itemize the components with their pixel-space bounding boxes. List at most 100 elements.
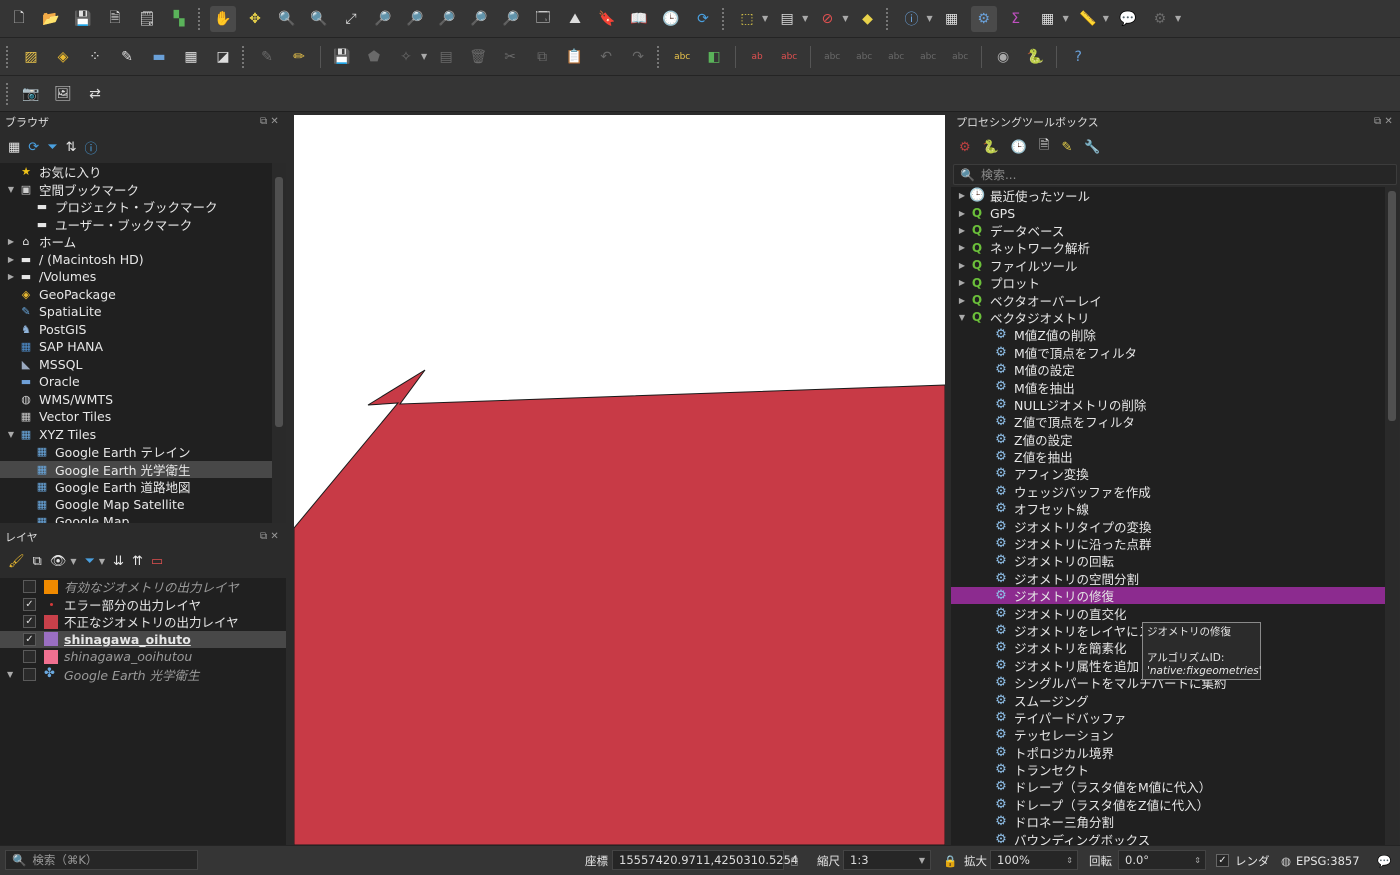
temporal-controller-icon[interactable]: 🕒	[658, 6, 684, 32]
toolbar-grip[interactable]	[242, 45, 246, 68]
browser-item[interactable]: ▦ Google Earth 光学衛生	[0, 460, 286, 478]
crs-label[interactable]: EPSG:3857	[1296, 854, 1360, 868]
toolbar-grip[interactable]	[886, 7, 890, 30]
browser-item[interactable]: ▶ ▬ / (Macintosh HD)	[0, 251, 286, 269]
new-temporary-layer-icon[interactable]: ◪	[210, 44, 236, 70]
processing-scrollbar[interactable]	[1385, 187, 1399, 845]
identify-icon[interactable]: ⓘ	[898, 6, 924, 32]
help-icon[interactable]: ?	[1065, 44, 1091, 70]
processing-algorithm[interactable]: ⚙ スムージング	[951, 691, 1385, 709]
processing-algorithm[interactable]: ⚙ トランセクト	[951, 761, 1385, 778]
splitter-left[interactable]	[287, 114, 293, 845]
expand-all-icon[interactable]: ⇊	[113, 554, 124, 569]
plugins-icon[interactable]: ⚙	[1147, 6, 1173, 32]
move-label-icon[interactable]: abc	[819, 44, 845, 70]
crs-icon[interactable]: ◍	[1281, 854, 1291, 868]
chevron-down-icon[interactable]: ▼	[926, 14, 932, 23]
layer-visibility-checkbox[interactable]	[23, 580, 36, 594]
refresh-icon[interactable]: ⟳	[690, 6, 716, 32]
panel-float-close-icon[interactable]: ⧉ ✕	[1374, 116, 1393, 127]
python-icon[interactable]: 🐍	[983, 140, 999, 155]
chevron-down-icon[interactable]: ▼	[762, 14, 768, 23]
models-icon[interactable]: ⚙	[959, 140, 971, 155]
map-tips-icon[interactable]: 💬	[1115, 6, 1141, 32]
layer-visibility-checkbox[interactable]: ✓	[23, 597, 36, 611]
chevron-down-icon[interactable]: ▼	[4, 185, 18, 194]
browser-item[interactable]: ▬ Oracle	[0, 373, 286, 391]
browser-item[interactable]: ▬ ユーザー・ブックマーク	[0, 216, 286, 234]
browser-item[interactable]: ★ お気に入り	[0, 163, 286, 181]
browser-item[interactable]: ▦ Google Map	[0, 513, 286, 523]
layer-visibility-checkbox[interactable]: ✓	[23, 632, 36, 646]
processing-algorithm[interactable]: ⚙ M値の設定	[951, 361, 1385, 378]
attribute-select-icon[interactable]: ▤	[774, 6, 800, 32]
processing-algorithm[interactable]: ⚙ オフセット線	[951, 500, 1385, 517]
chevron-right-icon[interactable]: ▶	[955, 226, 969, 235]
coordinate-field[interactable]: 15557420.9711,4250310.5254	[612, 850, 798, 870]
polygon-feature[interactable]	[294, 369, 945, 845]
chevron-down-icon[interactable]: ▼	[955, 313, 969, 322]
layer-symbol-swatch[interactable]	[44, 649, 58, 664]
change-label-icon[interactable]: abc	[883, 44, 909, 70]
edit-pencil-icon[interactable]: ✎	[254, 44, 280, 70]
new-bookmark-icon[interactable]: 🔖	[594, 6, 620, 32]
info-icon[interactable]: ⓘ	[85, 138, 98, 157]
processing-algorithm[interactable]: ⚙ Z値を抽出	[951, 448, 1385, 465]
filter-legend-icon[interactable]: ⏷	[84, 554, 94, 569]
chevron-down-icon[interactable]: ▼	[1063, 14, 1069, 23]
processing-group[interactable]: ▶ 🕒 最近使ったツール	[951, 187, 1385, 204]
browser-item[interactable]: ▶ ⌂ ホーム	[0, 233, 286, 251]
chevron-right-icon[interactable]: ▶	[4, 237, 18, 246]
new-line-layer-icon[interactable]: ✎	[114, 44, 140, 70]
style-panel-icon[interactable]: 🖌	[8, 554, 25, 569]
add-polygon-icon[interactable]: ⬟	[361, 44, 387, 70]
remove-layer-icon[interactable]: ▭	[151, 554, 163, 569]
browser-item[interactable]: ✎ SpatiaLite	[0, 303, 286, 321]
processing-algorithm[interactable]: ⚙ M値で頂点をフィルタ	[951, 344, 1385, 361]
toolbar-grip[interactable]	[722, 7, 726, 30]
highlight-label-icon[interactable]: abc	[776, 44, 802, 70]
layer-symbol-swatch[interactable]: ✤	[44, 667, 58, 681]
undo-icon[interactable]: ↶	[593, 44, 619, 70]
label-abc-icon[interactable]: abc	[669, 44, 695, 70]
rotation-spinbox[interactable]: 0.0° ⇕	[1118, 850, 1206, 870]
browser-item[interactable]: ♞ PostGIS	[0, 321, 286, 339]
attribute-table-icon[interactable]: ▦	[939, 6, 965, 32]
processing-algorithm[interactable]: ⚙ ドレープ（ラスタ値をM値に代入）	[951, 778, 1385, 795]
chevron-right-icon[interactable]: ▶	[955, 209, 969, 218]
chevron-right-icon[interactable]: ▶	[955, 243, 969, 252]
chevron-down-icon[interactable]: ▼	[802, 14, 808, 23]
measure-icon[interactable]: 📏	[1075, 6, 1101, 32]
browser-item[interactable]: ▦ Google Earth テレイン	[0, 443, 286, 461]
show-bookmarks-icon[interactable]: 📖	[626, 6, 652, 32]
lock-icon[interactable]: 🔒	[943, 854, 957, 868]
history-icon[interactable]: 🕒	[1011, 140, 1027, 155]
processing-group[interactable]: ▼ Q ベクタジオメトリ	[951, 309, 1385, 326]
zoom-native-icon[interactable]: 🔎	[434, 6, 460, 32]
browser-item[interactable]: ◈ GeoPackage	[0, 286, 286, 304]
filter-icon[interactable]: ⏷	[47, 140, 57, 155]
style-manager-icon[interactable]: ▚	[166, 6, 192, 32]
chevron-down-icon[interactable]: ▼	[1175, 14, 1181, 23]
delete-selected-icon[interactable]: 🗑	[465, 44, 491, 70]
new-point-layer-icon[interactable]: ⁘	[82, 44, 108, 70]
copy-icon[interactable]: ⧉	[529, 44, 555, 70]
capture-map-icon[interactable]: 🖼	[50, 81, 76, 107]
browser-item[interactable]: ▼ ▣ 空間ブックマーク	[0, 181, 286, 199]
splitter-right[interactable]	[945, 114, 951, 845]
panel-float-close-icon[interactable]: ⧉ ✕	[260, 116, 279, 127]
messages-icon[interactable]: 💬	[1377, 854, 1391, 868]
swap-icon[interactable]: ⇄	[82, 81, 108, 107]
processing-group[interactable]: ▶ Q データベース	[951, 222, 1385, 239]
zoom-last-icon[interactable]: 🔎	[466, 6, 492, 32]
layer-item[interactable]: 有効なジオメトリの出力レイヤ	[0, 578, 286, 596]
processing-algorithm[interactable]: ⚙ ウェッジバッファを作成	[951, 483, 1385, 500]
toggle-editing-icon[interactable]: ✏	[286, 44, 312, 70]
scrollbar-thumb[interactable]	[275, 177, 283, 427]
label-callout-icon[interactable]: abc	[947, 44, 973, 70]
processing-group[interactable]: ▶ Q ネットワーク解析	[951, 239, 1385, 257]
mouse-capture-icon[interactable]: 🖱	[791, 853, 798, 868]
processing-algorithm[interactable]: ⚙ Z値で頂点をフィルタ	[951, 413, 1385, 430]
save-as-icon[interactable]: 🗎	[102, 6, 128, 32]
toolbar-grip[interactable]	[198, 7, 202, 30]
